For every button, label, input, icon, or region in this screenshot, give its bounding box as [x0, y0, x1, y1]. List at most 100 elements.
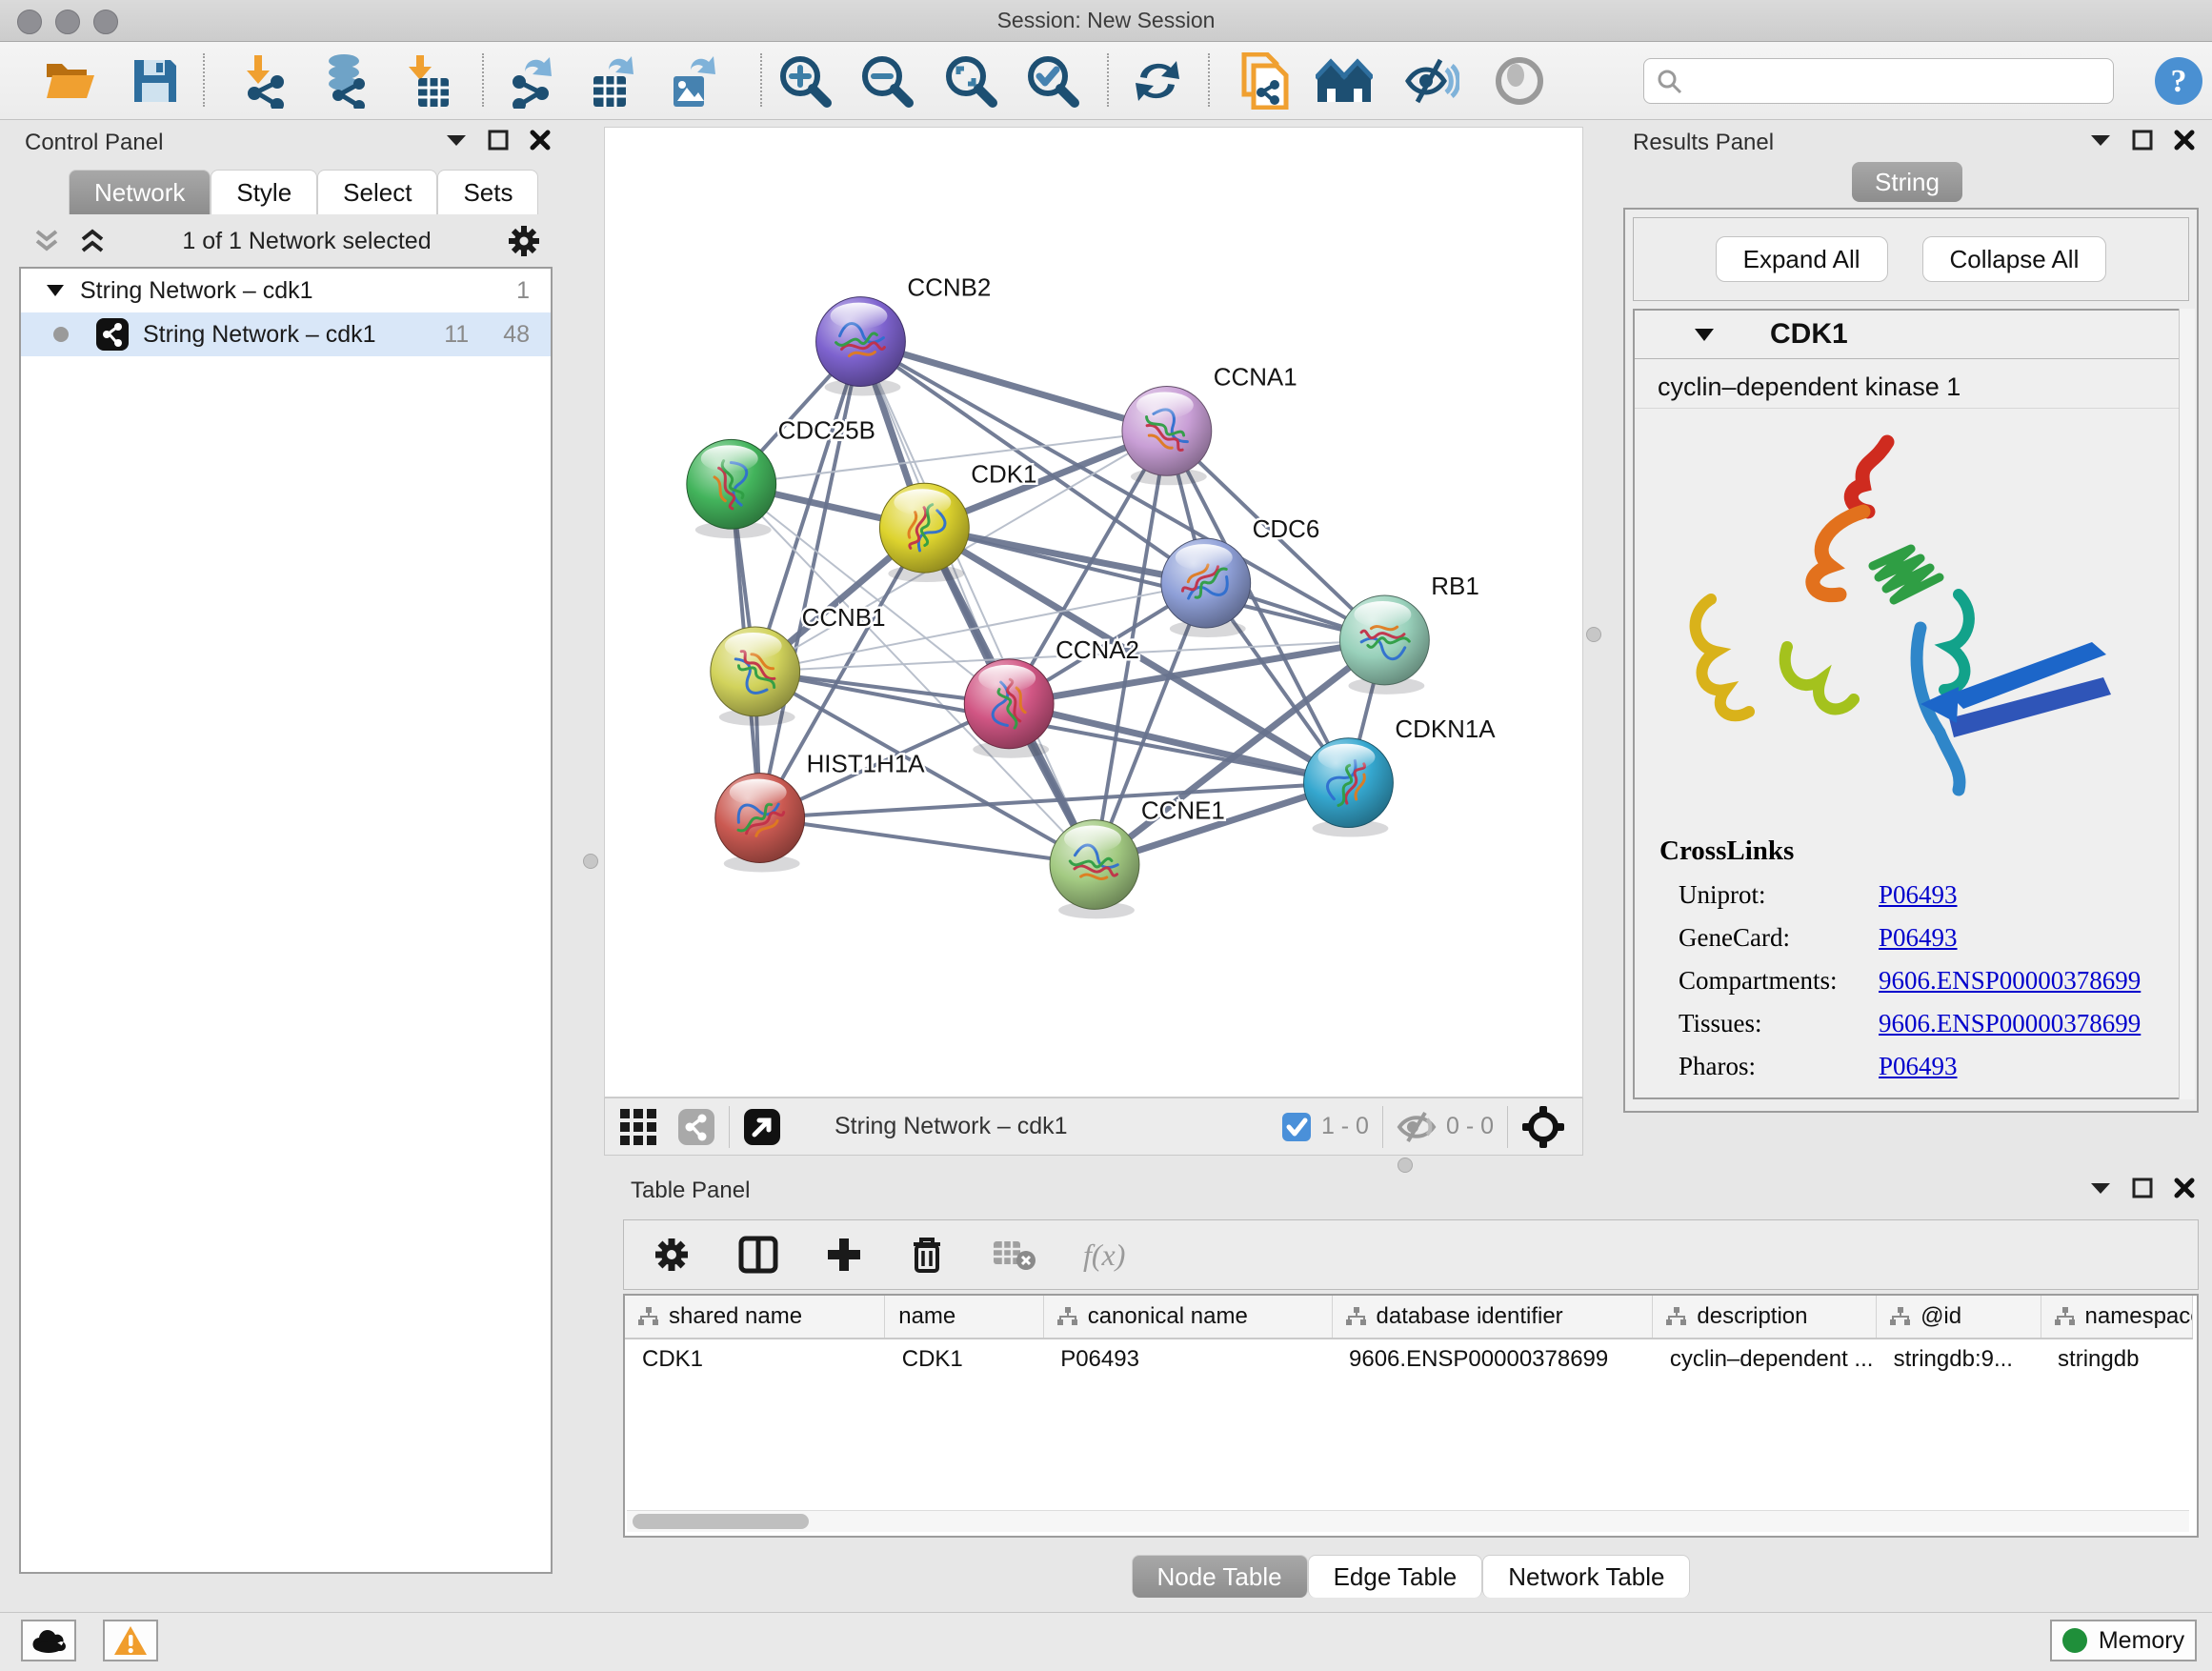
warnings-button[interactable]: [103, 1620, 158, 1661]
save-session-button[interactable]: [126, 53, 185, 109]
close-panel-icon[interactable]: [530, 130, 551, 151]
collection-expander-icon[interactable]: [46, 284, 65, 297]
network-node-CCNB2[interactable]: CCNB2: [816, 275, 992, 396]
grid-view-icon[interactable]: [620, 1109, 656, 1145]
table-cell[interactable]: P06493: [1043, 1339, 1332, 1379]
tab-select[interactable]: Select: [317, 170, 437, 214]
column-header-canonical-name[interactable]: canonical name: [1043, 1296, 1332, 1339]
results-scrollbar[interactable]: [2179, 309, 2195, 1099]
panel-menu-icon[interactable]: [2090, 133, 2111, 147]
tab-node-table[interactable]: Node Table: [1132, 1555, 1308, 1598]
share-document-button[interactable]: [1235, 53, 1294, 109]
column-header-shared-name[interactable]: shared name: [625, 1296, 885, 1339]
close-panel-icon[interactable]: [2174, 130, 2195, 151]
network-node-CDKN1A[interactable]: CDKN1A: [1304, 716, 1497, 837]
table-cell[interactable]: 9606.ENSP00000378699: [1332, 1339, 1653, 1379]
table-horizontal-scrollbar[interactable]: [627, 1510, 2189, 1532]
left-splitter-handle[interactable]: [583, 854, 598, 869]
network-row[interactable]: String Network – cdk1 11 48: [21, 312, 551, 356]
open-session-button[interactable]: [40, 53, 99, 109]
zoom-fit-button[interactable]: [941, 53, 1000, 109]
add-column-icon[interactable]: [826, 1237, 862, 1273]
export-network-button[interactable]: [503, 53, 562, 109]
cloud-status-button[interactable]: [21, 1620, 76, 1661]
network-collection-row[interactable]: String Network – cdk1 1: [21, 269, 551, 312]
crosslink-link[interactable]: 9606.ENSP00000378699: [1879, 966, 2141, 996]
panel-menu-icon[interactable]: [2090, 1181, 2111, 1195]
bottom-splitter-handle[interactable]: [1398, 1158, 1413, 1173]
crosslink-link[interactable]: P06493: [1879, 923, 1958, 953]
table-cell[interactable]: CDK1: [625, 1339, 885, 1379]
table-row[interactable]: CDK1CDK1P064939606.ENSP00000378699cyclin…: [625, 1339, 2193, 1379]
hide-selected-button[interactable]: [1402, 53, 1461, 109]
scrollbar-thumb[interactable]: [633, 1514, 809, 1529]
collapse-all-button[interactable]: Collapse All: [1922, 236, 2107, 282]
column-header-name[interactable]: name: [885, 1296, 1043, 1339]
search-input[interactable]: [1694, 63, 2098, 97]
expand-all-networks-icon[interactable]: [78, 227, 107, 255]
tab-sets[interactable]: Sets: [437, 170, 538, 214]
network-edge-CCNB2-CCNE1[interactable]: [860, 342, 1095, 865]
tab-edge-table[interactable]: Edge Table: [1308, 1555, 1483, 1598]
network-node-CCNB1[interactable]: CCNB1: [711, 605, 886, 726]
network-node-CCNE1[interactable]: CCNE1: [1050, 798, 1225, 919]
import-table-button[interactable]: [398, 53, 457, 109]
network-edge-HIST1H1A-CCNE1[interactable]: [760, 818, 1095, 865]
network-edge-CCNB2-HIST1H1A[interactable]: [760, 342, 861, 818]
float-panel-icon[interactable]: [488, 130, 509, 151]
table-cell[interactable]: stringdb: [2041, 1339, 2192, 1379]
crosslink-link[interactable]: 9606.ENSP00000378699: [1879, 1009, 2141, 1038]
delete-column-icon[interactable]: [910, 1235, 944, 1275]
table-cell[interactable]: stringdb:9...: [1877, 1339, 2041, 1379]
show-all-button[interactable]: [1490, 53, 1549, 109]
zoom-selected-button[interactable]: [1023, 53, 1082, 109]
network-overview-icon[interactable]: [677, 1108, 715, 1146]
table-cell[interactable]: cyclin–dependent ...: [1653, 1339, 1877, 1379]
network-edge-CDK1-RB1[interactable]: [924, 528, 1384, 640]
protein-section-header[interactable]: CDK1: [1635, 311, 2187, 359]
network-edge-CCNB2-CCNA1[interactable]: [860, 342, 1166, 432]
column-header-description[interactable]: description: [1653, 1296, 1877, 1339]
column-header-namespace[interactable]: namespace: [2041, 1296, 2192, 1339]
close-panel-icon[interactable]: [2174, 1178, 2195, 1198]
column-header-database-identifier[interactable]: database identifier: [1332, 1296, 1653, 1339]
network-graph[interactable]: CCNB2CCNA1CDC25BCDK1CDC6RB1CCNB1CCNA2CDK…: [605, 128, 1582, 1097]
panel-menu-icon[interactable]: [446, 133, 467, 147]
tab-style[interactable]: Style: [211, 170, 317, 214]
zoom-in-button[interactable]: [775, 53, 835, 109]
right-splitter-handle[interactable]: [1586, 627, 1601, 642]
network-node-CCNA1[interactable]: CCNA1: [1122, 364, 1297, 485]
section-expander-icon[interactable]: [1694, 328, 1715, 342]
export-table-button[interactable]: [583, 53, 642, 109]
node-table[interactable]: shared namenamecanonical namedatabase id…: [625, 1296, 2193, 1379]
float-panel-icon[interactable]: [2132, 130, 2153, 151]
network-edge-CCNA2-CDKN1A[interactable]: [1009, 704, 1348, 783]
tab-network[interactable]: Network: [69, 170, 211, 214]
import-network-file-button[interactable]: [236, 53, 295, 109]
birdseye-navigator-icon[interactable]: [1521, 1105, 1565, 1149]
selected-checkbox-icon[interactable]: [1281, 1112, 1312, 1142]
help-button[interactable]: ?: [2149, 53, 2208, 109]
crosslink-link[interactable]: P06493: [1879, 1052, 1958, 1081]
home-pages-button[interactable]: [1315, 53, 1374, 109]
tab-string[interactable]: String: [1852, 162, 1962, 202]
crosslink-link[interactable]: P06493: [1879, 880, 1958, 910]
hidden-eye-icon[interactable]: [1397, 1111, 1437, 1143]
export-image-button[interactable]: [663, 53, 722, 109]
network-node-RB1[interactable]: RB1: [1339, 574, 1478, 695]
collapse-all-networks-icon[interactable]: [32, 227, 61, 255]
open-in-window-icon[interactable]: [743, 1108, 781, 1146]
apply-layout-button[interactable]: [1128, 53, 1187, 109]
import-network-from-database-button[interactable]: [316, 53, 375, 109]
zoom-out-button[interactable]: [857, 53, 916, 109]
expand-all-button[interactable]: Expand All: [1716, 236, 1888, 282]
network-options-gear-icon[interactable]: [507, 224, 541, 258]
network-canvas[interactable]: CCNB2CCNA1CDC25BCDK1CDC6RB1CCNB1CCNA2CDK…: [604, 127, 1583, 1097]
table-cell[interactable]: CDK1: [885, 1339, 1043, 1379]
memory-button[interactable]: Memory: [2050, 1620, 2197, 1661]
float-panel-icon[interactable]: [2132, 1178, 2153, 1198]
tab-network-table[interactable]: Network Table: [1482, 1555, 1690, 1598]
column-header--id[interactable]: @id: [1877, 1296, 2041, 1339]
show-columns-icon[interactable]: [738, 1236, 778, 1274]
table-options-gear-icon[interactable]: [653, 1236, 691, 1274]
